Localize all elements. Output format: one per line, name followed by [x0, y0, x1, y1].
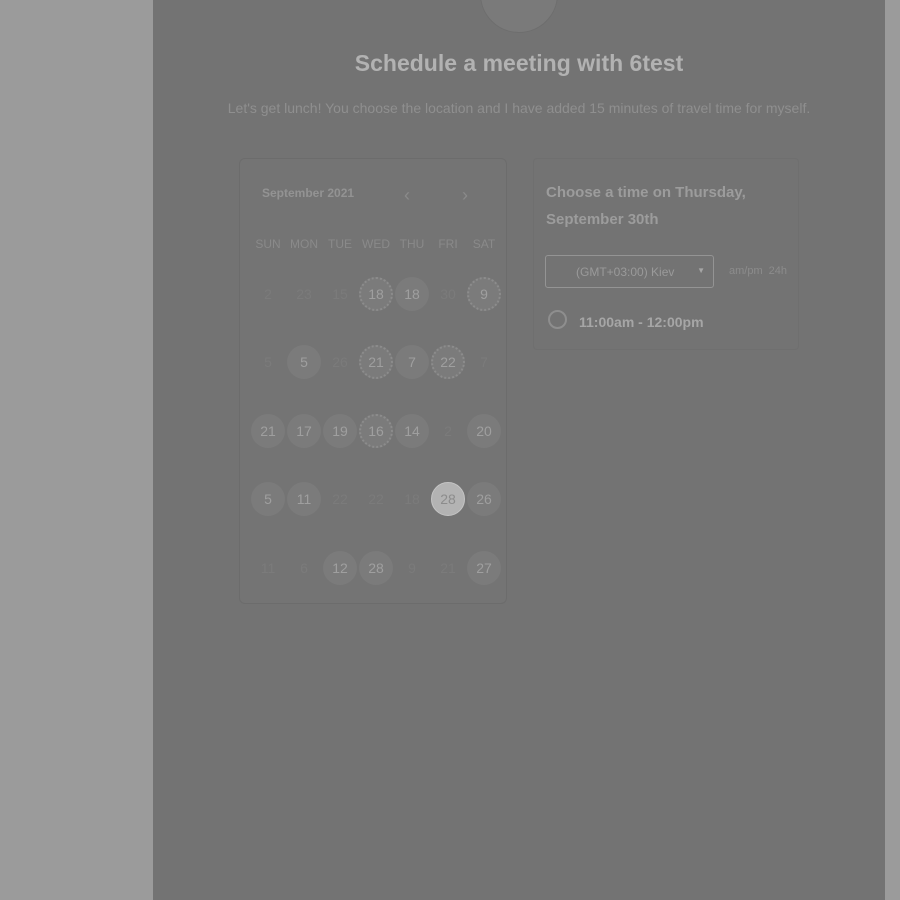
weekday-label: SAT	[472, 237, 496, 251]
calendar-day: 5	[264, 354, 272, 370]
weekday-label: WED	[362, 237, 390, 251]
time-slot-radio[interactable]	[548, 310, 567, 329]
calendar-day[interactable]: 26	[467, 482, 501, 516]
weekday-label: FRI	[438, 237, 458, 251]
calendar-day: 15	[332, 286, 348, 302]
calendar-day[interactable]: 9	[467, 277, 501, 311]
booking-panel: Schedule a meeting with 6test Let's get …	[153, 0, 885, 900]
host-avatar	[480, 0, 558, 33]
calendar-day[interactable]: 12	[323, 551, 357, 585]
choose-time-heading: Choose a time on Thursday, September 30t…	[546, 184, 746, 228]
calendar-day[interactable]: 7	[395, 345, 429, 379]
format-24h-option[interactable]: 24h	[769, 265, 787, 277]
selected-day[interactable]: 28	[431, 482, 465, 516]
next-month-icon[interactable]: ›	[462, 185, 468, 206]
calendar-day: 23	[296, 286, 312, 302]
calendar-day[interactable]: 27	[467, 551, 501, 585]
format-12h-option[interactable]: am/pm	[729, 265, 763, 277]
calendar-day[interactable]: 28	[359, 551, 393, 585]
calendar-day[interactable]: 14	[395, 414, 429, 448]
calendar-day: 22	[332, 491, 348, 507]
calendar-day: 2	[264, 286, 272, 302]
timezone-select[interactable]: (GMT+03:00) Kiev ▼	[545, 255, 714, 288]
calendar-day: 22	[368, 491, 384, 507]
calendar-day: 9	[408, 560, 416, 576]
calendar-day: 7	[480, 354, 488, 370]
calendar-day[interactable]: 20	[467, 414, 501, 448]
calendar-day: 26	[332, 354, 348, 370]
calendar-day: 30	[440, 286, 456, 302]
time-slot-label[interactable]: 11:00am - 12:00pm	[579, 314, 704, 330]
timezone-value: (GMT+03:00) Kiev	[576, 265, 675, 279]
page-title: Schedule a meeting with 6test	[354, 50, 684, 76]
calendar-day[interactable]: 18	[395, 277, 429, 311]
caret-down-icon: ▼	[697, 266, 705, 275]
weekday-label: THU	[399, 237, 425, 251]
weekday-label: MON	[290, 237, 318, 251]
calendar-day[interactable]: 11	[287, 482, 321, 516]
calendar-day[interactable]: 16	[359, 414, 393, 448]
calendar-day[interactable]: 5	[251, 482, 285, 516]
calendar-day: 18	[404, 491, 420, 507]
time-format-toggle: am/pm 24h	[729, 265, 793, 277]
calendar-card: September 2021 ‹ › SUN MON TUE WED THU FRI SAT…	[239, 158, 507, 604]
calendar-day: 11	[260, 560, 276, 576]
time-selection-card: Choose a time on Thursday, September 30t…	[533, 158, 799, 350]
calendar-day[interactable]: 19	[323, 414, 357, 448]
calendar-day[interactable]: 18	[359, 277, 393, 311]
calendar-day: 2	[444, 423, 452, 439]
weekday-label: TUE	[328, 237, 352, 251]
calendar-day: 6	[300, 560, 308, 576]
calendar-day[interactable]: 5	[287, 345, 321, 379]
calendar-day[interactable]: 21	[359, 345, 393, 379]
calendar-month-label: September 2021	[262, 186, 355, 200]
calendar-day[interactable]: 22	[431, 345, 465, 379]
meeting-description: Let's get lunch! You choose the location…	[227, 100, 811, 116]
calendar-day[interactable]: 21	[251, 414, 285, 448]
weekday-label: SUN	[255, 237, 281, 251]
calendar-day: 21	[440, 560, 456, 576]
prev-month-icon[interactable]: ‹	[404, 185, 410, 206]
calendar-day[interactable]: 17	[287, 414, 321, 448]
